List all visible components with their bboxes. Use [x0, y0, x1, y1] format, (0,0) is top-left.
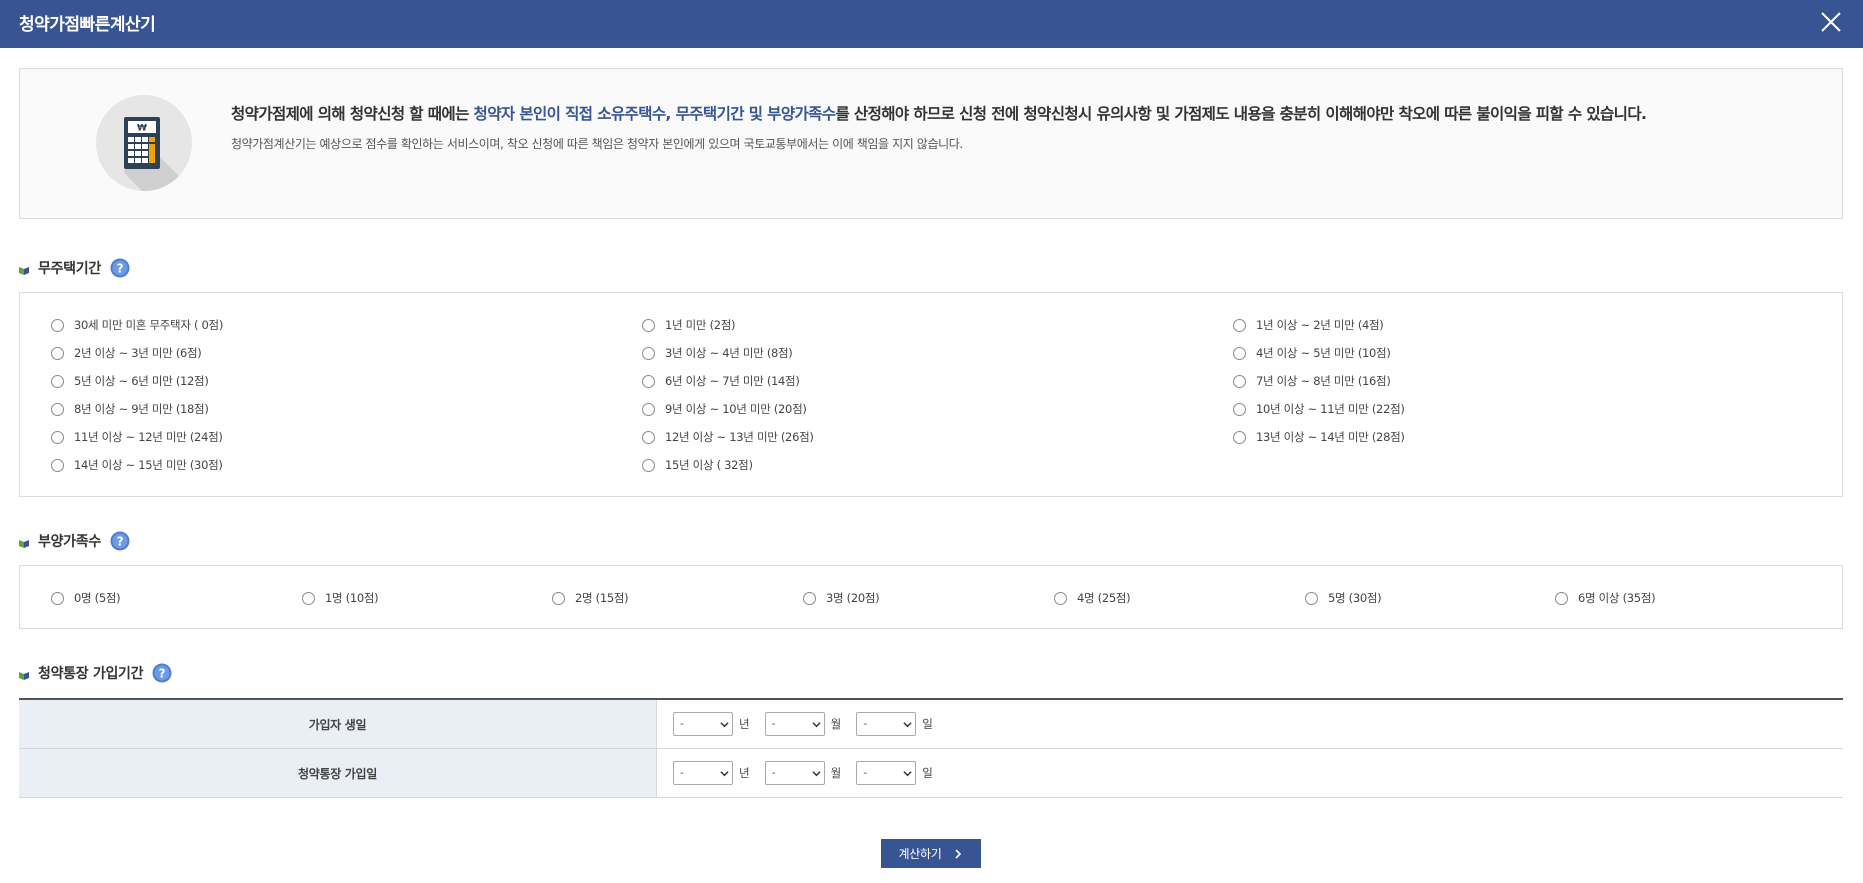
unit-month: 월: [830, 717, 842, 731]
calculate-button-label: 계산하기: [898, 847, 942, 861]
radio-dependents-4[interactable]: 4명 (25점): [1054, 590, 1131, 606]
svg-text:₩: ₩: [137, 124, 147, 134]
radio-dependents-3[interactable]: 3명 (20점): [803, 590, 880, 606]
radio-button[interactable]: [51, 346, 64, 360]
notice-highlight: 청약자 본인이 직접 소유주택수, 무주택기간 및 부양가족수: [473, 105, 837, 123]
radio-button[interactable]: [1555, 591, 1568, 605]
radio-dependents-5[interactable]: 5명 (30점): [1305, 590, 1382, 606]
radio-button[interactable]: [302, 591, 315, 605]
open-year-select[interactable]: -: [673, 761, 733, 785]
notice-disclaimer: 청약가점계산기는 예상으로 점수를 확인하는 서비스이며, 착오 신청에 따른 …: [231, 137, 963, 151]
calculate-button[interactable]: 계산하기: [881, 839, 981, 868]
section-title-dependents: 부양가족수 ?: [19, 531, 130, 551]
birth-month-select[interactable]: -: [764, 712, 825, 736]
radio-button[interactable]: [51, 458, 64, 472]
radio-homeless-16[interactable]: 15년 이상 ( 32점): [642, 457, 753, 473]
radio-button[interactable]: [51, 430, 64, 444]
radio-homeless-15[interactable]: 14년 이상 ~ 15년 미만 (30점): [51, 457, 223, 473]
radio-dependents-2[interactable]: 2명 (15점): [552, 590, 629, 606]
homeless-period-options: 30세 미만 미혼 무주택자 ( 0점) 1년 미만 (2점) 1년 이상 ~ …: [19, 292, 1843, 497]
unit-month: 월: [830, 766, 842, 780]
chevron-right-icon: [955, 848, 962, 859]
radio-homeless-13[interactable]: 12년 이상 ~ 13년 미만 (26점): [642, 429, 814, 445]
section-title-subscription-period: 청약통장 가입기간 ?: [19, 663, 172, 683]
table-row: 청약통장 가입일 - 년 - 월 - 일: [19, 749, 1843, 798]
radio-button[interactable]: [51, 318, 64, 332]
dependents-options: 0명 (5점) 1명 (10점) 2명 (15점) 3명 (20점) 4명 (2…: [19, 565, 1843, 629]
radio-button[interactable]: [1233, 374, 1246, 388]
help-icon[interactable]: ?: [152, 663, 172, 683]
radio-button[interactable]: [51, 591, 64, 605]
window-title: 청약가점빠른계산기: [19, 15, 156, 35]
unit-day: 일: [922, 766, 933, 780]
radio-dependents-1[interactable]: 1명 (10점): [302, 590, 379, 606]
row-label-birthdate: 가입자 생일: [19, 700, 657, 748]
radio-homeless-4[interactable]: 3년 이상 ~ 4년 미만 (8점): [642, 345, 793, 361]
radio-homeless-5[interactable]: 4년 이상 ~ 5년 미만 (10점): [1233, 345, 1391, 361]
help-icon[interactable]: ?: [110, 531, 130, 551]
radio-button[interactable]: [803, 591, 816, 605]
radio-homeless-12[interactable]: 11년 이상 ~ 12년 미만 (24점): [51, 429, 223, 445]
unit-day: 일: [922, 717, 933, 731]
unit-year: 년: [739, 717, 750, 731]
section-bullet-icon: [19, 263, 29, 275]
birth-year-select[interactable]: -: [673, 712, 733, 736]
radio-button[interactable]: [642, 318, 655, 332]
radio-button[interactable]: [1305, 591, 1318, 605]
birth-day-select[interactable]: -: [856, 712, 917, 736]
radio-homeless-11[interactable]: 10년 이상 ~ 11년 미만 (22점): [1233, 401, 1405, 417]
calculator-icon: ₩: [96, 95, 192, 191]
svg-text:?: ?: [117, 262, 124, 276]
radio-button[interactable]: [1233, 318, 1246, 332]
radio-homeless-2[interactable]: 1년 이상 ~ 2년 미만 (4점): [1233, 317, 1384, 333]
radio-button[interactable]: [642, 458, 655, 472]
notice-panel: ₩ 청약가점제에 의해 청약신청 할 때에는 청약자 본인이 직접 소유주택수,…: [19, 68, 1843, 219]
radio-dependents-6[interactable]: 6명 이상 (35점): [1555, 590, 1656, 606]
radio-dependents-0[interactable]: 0명 (5점): [51, 590, 121, 606]
section-title-homeless-period: 무주택기간 ?: [19, 258, 130, 278]
notice-headline: 청약가점제에 의해 청약신청 할 때에는 청약자 본인이 직접 소유주택수, 무…: [231, 105, 1647, 123]
help-icon[interactable]: ?: [110, 258, 130, 278]
radio-homeless-14[interactable]: 13년 이상 ~ 14년 미만 (28점): [1233, 429, 1405, 445]
birthdate-fields: - 년 - 월 - 일: [657, 700, 1843, 748]
section-bullet-icon: [19, 668, 29, 680]
radio-button[interactable]: [642, 374, 655, 388]
radio-button[interactable]: [552, 591, 565, 605]
account-open-date-fields: - 년 - 월 - 일: [657, 749, 1843, 797]
close-icon[interactable]: [1815, 6, 1847, 38]
radio-homeless-3[interactable]: 2년 이상 ~ 3년 미만 (6점): [51, 345, 202, 361]
svg-text:?: ?: [117, 535, 124, 549]
unit-year: 년: [739, 766, 750, 780]
radio-homeless-10[interactable]: 9년 이상 ~ 10년 미만 (20점): [642, 401, 807, 417]
svg-text:?: ?: [159, 667, 166, 681]
radio-button[interactable]: [1233, 402, 1246, 416]
radio-homeless-0[interactable]: 30세 미만 미혼 무주택자 ( 0점): [51, 317, 223, 333]
radio-homeless-1[interactable]: 1년 미만 (2점): [642, 317, 736, 333]
radio-homeless-9[interactable]: 8년 이상 ~ 9년 미만 (18점): [51, 401, 209, 417]
radio-button[interactable]: [642, 346, 655, 360]
open-day-select[interactable]: -: [856, 761, 917, 785]
table-row: 가입자 생일 - 년 - 월 - 일: [19, 700, 1843, 749]
radio-button[interactable]: [642, 402, 655, 416]
section-bullet-icon: [19, 536, 29, 548]
subscription-table: 가입자 생일 - 년 - 월 - 일 청약통장 가입일 - 년 - 월 - 일: [19, 698, 1843, 798]
radio-homeless-7[interactable]: 6년 이상 ~ 7년 미만 (14점): [642, 373, 800, 389]
radio-button[interactable]: [51, 402, 64, 416]
radio-button[interactable]: [1233, 430, 1246, 444]
radio-homeless-8[interactable]: 7년 이상 ~ 8년 미만 (16점): [1233, 373, 1391, 389]
radio-button[interactable]: [51, 374, 64, 388]
open-month-select[interactable]: -: [764, 761, 825, 785]
radio-button[interactable]: [1054, 591, 1067, 605]
row-label-account-open-date: 청약통장 가입일: [19, 749, 657, 797]
radio-button[interactable]: [642, 430, 655, 444]
radio-homeless-6[interactable]: 5년 이상 ~ 6년 미만 (12점): [51, 373, 209, 389]
radio-button[interactable]: [1233, 346, 1246, 360]
window-titlebar: 청약가점빠른계산기: [0, 0, 1863, 48]
